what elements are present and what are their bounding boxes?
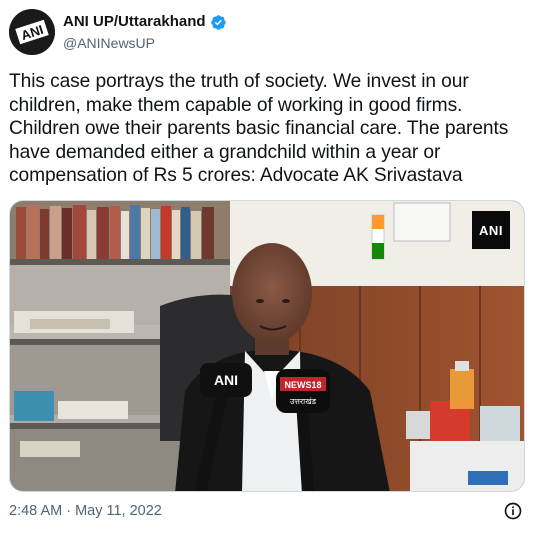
video-frame-image: ANI NEWS18 उत्तराखंड bbox=[10, 201, 524, 491]
verified-badge-icon bbox=[210, 14, 226, 30]
ani-logo-icon: ANI bbox=[9, 9, 55, 55]
tweet-text: This case portrays the truth of society.… bbox=[9, 71, 509, 187]
mic-right-label-bottom: उत्तराखंड bbox=[290, 397, 317, 406]
timestamp[interactable]: 2:48 AM · May 11, 2022 bbox=[9, 503, 162, 519]
info-icon[interactable] bbox=[503, 501, 523, 521]
tweet-card: ANI ANI UP/Uttarakhand @ANINewsUP This c… bbox=[0, 0, 535, 538]
avatar[interactable]: ANI bbox=[9, 9, 55, 55]
mic-left-label: ANI bbox=[214, 372, 238, 388]
ani-watermark: ANI bbox=[472, 211, 510, 249]
tweet-media[interactable]: ANI NEWS18 उत्तराखंड ANI bbox=[9, 200, 525, 492]
display-name-row[interactable]: ANI UP/Uttarakhand bbox=[63, 13, 227, 31]
names-block: ANI UP/Uttarakhand @ANINewsUP bbox=[63, 13, 227, 52]
mic-right-label-top: NEWS18 bbox=[284, 380, 321, 390]
tweet-header: ANI ANI UP/Uttarakhand @ANINewsUP bbox=[9, 9, 524, 57]
tweet-footer: 2:48 AM · May 11, 2022 bbox=[9, 501, 525, 521]
handle[interactable]: @ANINewsUP bbox=[63, 34, 227, 52]
display-name[interactable]: ANI UP/Uttarakhand bbox=[63, 13, 206, 31]
